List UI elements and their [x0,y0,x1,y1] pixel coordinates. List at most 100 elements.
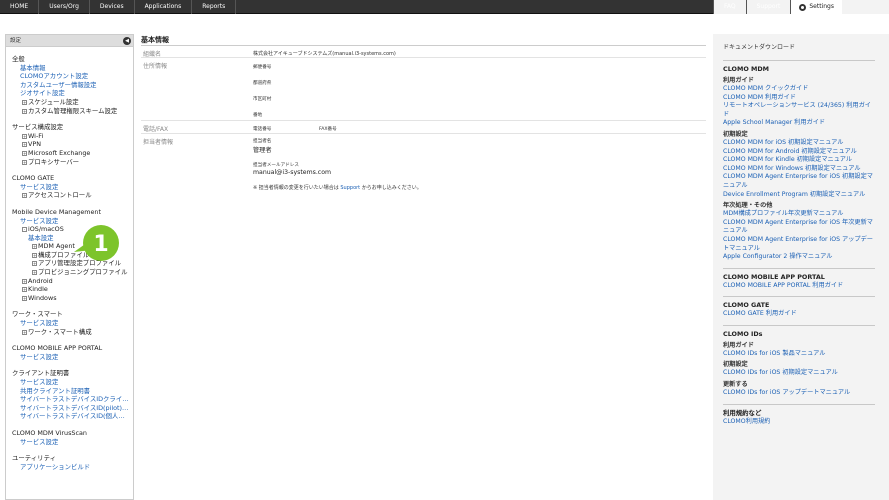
sidebar-title: 設定 [10,38,22,44]
doc-link[interactable]: CLOMO MDM for Android 初期設定マニュアル [723,148,875,157]
document-download-title: ドキュメントダウンロード [723,44,796,51]
phone-row: 電話/FAX 電話番号 FAX番号 [141,121,706,134]
expand-icon[interactable]: + [32,270,37,276]
sidebar-section-service-config: サービス構成設定 [12,123,64,132]
sidebar-section-portal: CLOMO MOBILE APP PORTAL [12,344,103,353]
sidebar-item-gate-service[interactable]: サービス設定 [12,183,133,192]
sidebar-item-basic-info[interactable]: 基本情報 [12,64,133,73]
nav-applications[interactable]: Applications [135,0,193,14]
doc-link[interactable]: CLOMO MDM 利用ガイド [723,94,875,103]
doc-link[interactable]: Device Enrollment Program 初期設定マニュアル [723,191,875,200]
sidebar-item-virusscan-service[interactable]: サービス設定 [12,438,133,447]
sidebar-item-app-build[interactable]: アプリケーションビルド [12,463,133,472]
expand-icon[interactable]: + [22,142,27,148]
doc-link[interactable]: CLOMO IDs for iOS アップデートマニュアル [723,389,875,398]
callout-number: 1 [93,232,108,257]
doc-link[interactable]: CLOMO IDs for iOS 製品マニュアル [723,350,875,359]
collapse-icon[interactable]: - [22,227,27,233]
collapse-sidebar-icon[interactable]: ◀ [123,37,131,45]
sidebar-section-virusscan: CLOMO MDM VirusScan [12,428,87,437]
doc-section-mdm: CLOMO MDM 利用ガイド CLOMO MDM クイックガイド CLOMO … [723,60,875,262]
sidebar-item-proxy[interactable]: + プロキシサーバー [12,158,133,167]
sidebar-item-kindle[interactable]: + Kindle [12,285,133,294]
phone-label: 電話番号 [253,127,272,132]
fax-label: FAX番号 [319,127,337,132]
main-nav: HOME Users/Org Devices Applications Repo… [0,0,237,14]
sidebar-item-shared-cert[interactable]: 共用クライアント証明書 [12,387,133,396]
gear-icon [799,3,807,11]
sidebar-item-cert-service[interactable]: サービス設定 [12,378,133,387]
sidebar-header: 設定 ◀ [6,35,133,47]
doc-section-gate: CLOMO GATE CLOMO GATE 利用ガイド [723,296,875,319]
city-label: 市区町村 [253,97,272,102]
sidebar-section-client-cert: クライアント証明書 [12,369,70,378]
doc-link[interactable]: CLOMO利用規約 [723,418,875,427]
nav-devices[interactable]: Devices [90,0,135,14]
support-link[interactable]: Support [340,185,360,191]
sidebar-section-general: 全般 [12,55,25,63]
sidebar-item-portal-service[interactable]: サービス設定 [12,353,133,362]
nav-support[interactable]: Support [745,0,791,14]
expand-icon[interactable]: + [22,295,27,301]
sidebar-item-clomo-account[interactable]: CLOMOアカウント設定 [12,72,133,81]
expand-icon[interactable]: + [22,99,27,105]
doc-link[interactable]: CLOMO MDM クイックガイド [723,85,875,94]
street-label: 番地 [253,113,263,118]
postal-label: 郵便番号 [253,65,272,70]
expand-icon[interactable]: + [32,252,37,258]
doc-link[interactable]: Apple School Manager 利用ガイド [723,119,875,128]
expand-icon[interactable]: + [32,244,37,250]
org-label: 組織名 [143,51,162,58]
doc-link[interactable]: CLOMO MDM for Kindle 初期設定マニュアル [723,156,875,165]
nav-settings[interactable]: Settings [790,0,842,14]
expand-icon[interactable]: + [22,133,27,139]
doc-link[interactable]: CLOMO MDM for iOS 初期設定マニュアル [723,139,875,148]
nav-faq[interactable]: FAQ [713,0,746,14]
expand-icon[interactable]: + [22,287,27,293]
sidebar-item-geosite[interactable]: ジオサイト設定 [12,89,133,98]
org-value: 株式会社アイキューブドシステムズ(manual.i3-systems.com) [253,51,396,57]
nav-users-org[interactable]: Users/Org [39,0,90,14]
expand-icon[interactable]: + [22,108,27,114]
expand-icon[interactable]: + [22,278,27,284]
sidebar-section-worksmart: ワーク・スマート [12,310,63,319]
doc-link[interactable]: Apple Configurator 2 操作マニュアル [723,253,875,262]
sidebar-item-provisioning-profile[interactable]: + プロビジョニングプロファイル [12,268,133,277]
sidebar-item-access-control[interactable]: + アクセスコントロール [12,191,133,200]
doc-link[interactable]: CLOMO MOBILE APP PORTAL 利用ガイド [723,282,875,291]
sidebar-item-custom-permission[interactable]: + カスタム管理権限スキーム設定 [12,107,133,116]
doc-link[interactable]: MDM構成プロファイル年次更新マニュアル [723,210,875,219]
sidebar-section-mdm: Mobile Device Management [12,207,101,216]
contact-label: 担当者情報 [143,139,174,146]
sidebar-item-worksmart-config[interactable]: + ワーク・スマート構成 [12,328,133,337]
expand-icon[interactable]: + [32,261,37,267]
doc-link[interactable]: CLOMO MDM Agent Enterprise for iOS 年次更新マ… [723,219,875,236]
sidebar-item-exchange[interactable]: + Microsoft Exchange [12,149,133,158]
doc-link[interactable]: リモートオペレーションサービス (24/365) 利用ガイド [723,102,875,119]
contact-name-value: 管理者 [253,147,272,154]
expand-icon[interactable]: + [22,329,27,335]
doc-link[interactable]: CLOMO MDM Agent Enterprise for iOS 初期設定マ… [723,173,875,190]
sidebar-item-wifi[interactable]: + Wi-Fi [12,132,133,141]
expand-icon[interactable]: + [22,150,27,156]
basic-info-panel: 基本情報 組織名 株式会社アイキューブドシステムズ(manual.i3-syst… [141,34,706,500]
sidebar-section-utility: ユーティリティ [12,454,56,463]
expand-icon[interactable]: + [22,193,27,199]
utility-nav: FAQ Support Settings [713,0,889,14]
expand-icon[interactable]: + [22,159,27,165]
nav-reports[interactable]: Reports [192,0,237,14]
sidebar-item-cybertrust-personal[interactable]: サイバートラストデバイスID(個人… [12,412,133,421]
doc-link[interactable]: CLOMO MDM Agent Enterprise for iOS アップデー… [723,236,875,253]
sidebar-item-cybertrust-client[interactable]: サイバートラストデバイスIDクライ… [12,395,133,404]
address-row: 住所情報 郵便番号 都道府県 市区町村 番地 [141,58,706,121]
sidebar-item-windows[interactable]: + Windows [12,294,133,303]
prefecture-label: 都道府県 [253,81,272,86]
sidebar-item-worksmart-service[interactable]: サービス設定 [12,319,133,328]
sidebar-item-schedule[interactable]: + スケジュール設定 [12,98,133,107]
doc-section-ids: CLOMO IDs 利用ガイド CLOMO IDs for iOS 製品マニュア… [723,324,875,398]
nav-home[interactable]: HOME [0,0,40,14]
sidebar-item-vpn[interactable]: + VPN [12,140,133,149]
doc-link[interactable]: CLOMO IDs for iOS 初期設定マニュアル [723,369,875,378]
sidebar-item-android[interactable]: + Android [12,277,133,286]
doc-link[interactable]: CLOMO GATE 利用ガイド [723,310,875,319]
